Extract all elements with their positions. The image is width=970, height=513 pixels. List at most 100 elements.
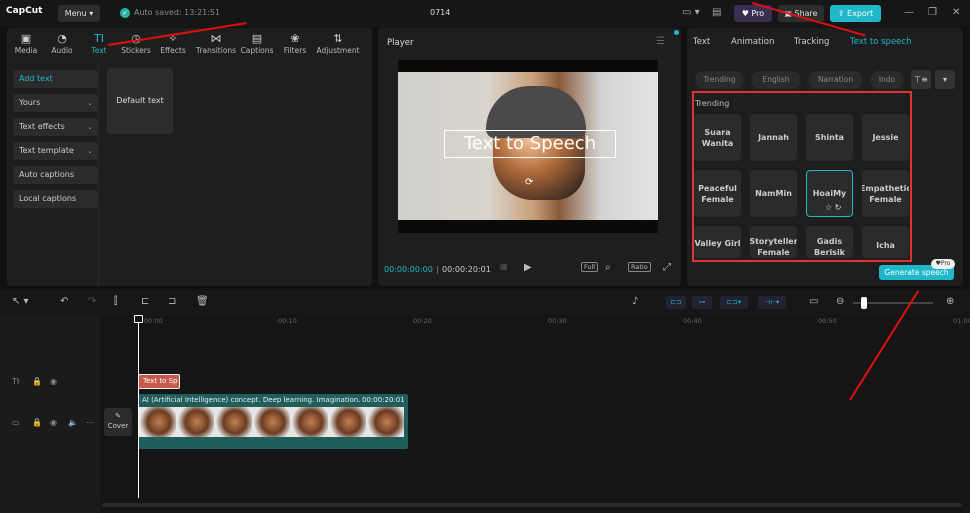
export-label: Export [847, 9, 874, 18]
video-clip[interactable]: AI (Artificial Intelligence) concept. De… [138, 394, 408, 449]
more-icon[interactable]: ⋯ [86, 418, 94, 427]
time-ruler[interactable]: 00:00 00:10 00:20 00:30 00:40 00:50 01:0… [100, 315, 970, 328]
tab-transitions[interactable]: ⋈ Transitions [195, 32, 237, 55]
sidebar-text-template[interactable]: Text template ⌄ [13, 142, 98, 160]
microphone-icon[interactable]: ♪ [632, 296, 638, 307]
transitions-icon: ⋈ [210, 32, 222, 45]
voice-card[interactable]: Jessie [862, 114, 909, 161]
voice-card[interactable]: Peaceful Female [694, 170, 741, 217]
zoom-slider-handle[interactable] [861, 297, 867, 309]
grid-icon[interactable]: ▦ [500, 262, 508, 271]
video-track-icon: ▭ [12, 418, 20, 427]
playhead-handle[interactable] [134, 315, 143, 323]
zoom-out-icon[interactable]: ⊖ [836, 296, 844, 307]
voice-card-selected[interactable]: HoaiMy ☆ ↻ [806, 170, 853, 217]
voice-card[interactable]: Jannah [750, 114, 797, 161]
pro-label: Pro [751, 9, 765, 18]
menu-button[interactable]: Menu ▾ [58, 5, 100, 22]
voice-label: Peaceful Female [698, 183, 737, 204]
chip-narration[interactable]: Narration [808, 71, 863, 89]
sidebar-auto-captions[interactable]: Auto captions [13, 166, 98, 184]
screen-icon[interactable]: ▭ [809, 296, 818, 307]
eye-icon[interactable]: ◉ [50, 377, 57, 386]
close-icon[interactable]: ✕ [952, 7, 960, 18]
ratio-button[interactable]: Ratio [628, 262, 651, 272]
video-preview[interactable]: Text to Speech ⟳ [398, 60, 658, 233]
player-panel: Player ☰ Text to Speech ⟳ 00:00:00:00 | … [378, 28, 681, 286]
tab-label: Text [91, 46, 107, 55]
minimize-icon[interactable]: — [904, 7, 914, 18]
rotate-icon[interactable]: ⟳ [525, 177, 533, 188]
tab-filters[interactable]: ❀ Filters [276, 32, 314, 55]
voice-card[interactable]: Suara Wanita [694, 114, 741, 161]
filter-icon[interactable]: ⊤≡ [911, 70, 931, 89]
voice-card[interactable]: Empathetic Female [862, 170, 909, 217]
chip-indo[interactable]: Indo [870, 71, 904, 89]
split-left-icon[interactable]: ⊏ [141, 296, 149, 307]
voice-card[interactable]: Gadis Berisik [806, 226, 853, 258]
lock-icon[interactable]: 🔒 [32, 418, 42, 427]
lock-icon[interactable]: 🔒 [32, 377, 42, 386]
tab-captions[interactable]: ▤ Captions [238, 32, 276, 55]
sidebar-text-effects[interactable]: Text effects ⌄ [13, 118, 98, 136]
chevron-down-icon[interactable]: ▾ [935, 70, 955, 89]
volume-icon[interactable]: 🔈 [68, 418, 78, 427]
layout-icon[interactable]: ▭ ▾ [682, 7, 700, 18]
keyboard-icon[interactable]: ▤ [712, 7, 721, 18]
zoom-in-icon[interactable]: ⊕ [946, 296, 954, 307]
autosave-text: Auto saved: 13:21:51 [134, 8, 221, 17]
tab-tracking[interactable]: Tracking [794, 37, 829, 47]
pro-badge: ♥Pro [931, 259, 955, 269]
sidebar-yours[interactable]: Yours ⌄ [13, 94, 98, 112]
pro-badge-label: Pro [940, 260, 951, 267]
zoom-fit-icon[interactable]: ⌕ [605, 262, 611, 273]
sidebar-add-text[interactable]: Add text [13, 70, 98, 88]
sidebar-local-captions[interactable]: Local captions [13, 190, 98, 208]
chip-english[interactable]: English [751, 71, 801, 89]
star-icon[interactable]: ☆ ↻ [825, 202, 841, 213]
default-text-card[interactable]: Default text [107, 68, 173, 134]
linkage-icon[interactable]: ⊏⊐▾ [720, 296, 748, 309]
tab-audio[interactable]: ◔ Audio [43, 32, 81, 55]
horizontal-scrollbar[interactable] [102, 503, 962, 507]
export-button[interactable]: ⇪ Export [830, 5, 881, 22]
play-icon[interactable]: ▶ [524, 262, 532, 273]
total-time: 00:00:20:01 [442, 265, 491, 274]
undo-icon[interactable]: ↶ [60, 296, 68, 307]
maximize-icon[interactable]: ❐ [928, 7, 937, 18]
menu-lines-icon[interactable]: ☰ [656, 36, 665, 47]
preview-axis-icon[interactable]: ⊣⊢▾ [758, 296, 786, 309]
delete-icon[interactable]: 🗑 [196, 296, 209, 307]
full-button[interactable]: Full [581, 262, 599, 272]
tab-text-to-speech[interactable]: Text to speech [850, 37, 911, 47]
sidebar-label: Text template [19, 146, 74, 155]
playhead[interactable] [138, 315, 139, 498]
sidebar-label: Add text [19, 74, 53, 83]
split-right-icon[interactable]: ⊐ [168, 296, 176, 307]
voice-card[interactable]: Shinta [806, 114, 853, 161]
tab-media[interactable]: ▣ Media [7, 32, 45, 55]
chip-trending[interactable]: Trending [695, 71, 744, 89]
link-main-track-icon[interactable]: ⊏⊐ [666, 296, 686, 309]
chevron-down-icon: ⌄ [87, 147, 93, 155]
select-cursor-icon[interactable]: ↖ ▾ [12, 296, 29, 307]
menu-label: Menu [64, 9, 87, 18]
split-icon[interactable]: ⫿ [114, 296, 117, 307]
voice-card[interactable]: NamMin [750, 170, 797, 217]
voice-card[interactable]: Icha [862, 226, 909, 258]
tick-label: 00:00 [144, 317, 163, 325]
cover-button[interactable]: ✎ Cover [104, 408, 132, 436]
magnet-icon[interactable]: ⊶ [692, 296, 712, 309]
voice-card[interactable]: Valley Girl [694, 226, 741, 258]
tab-text-props[interactable]: Text [693, 37, 710, 47]
voice-label: Valley Girl [694, 239, 741, 248]
eye-icon[interactable]: ◉ [50, 418, 57, 427]
voice-card[interactable]: Storyteller Female [750, 226, 797, 258]
fullscreen-icon[interactable]: ⤢ [663, 262, 671, 273]
tab-adjustment[interactable]: ⇅ Adjustment [315, 32, 361, 55]
text-clip[interactable]: Text to Sp [138, 374, 180, 389]
overlay-text[interactable]: Text to Speech [444, 130, 616, 158]
text-track-icon: TI [12, 377, 20, 386]
chevron-down-icon: ⌄ [87, 99, 93, 107]
tab-animation[interactable]: Animation [731, 37, 774, 47]
